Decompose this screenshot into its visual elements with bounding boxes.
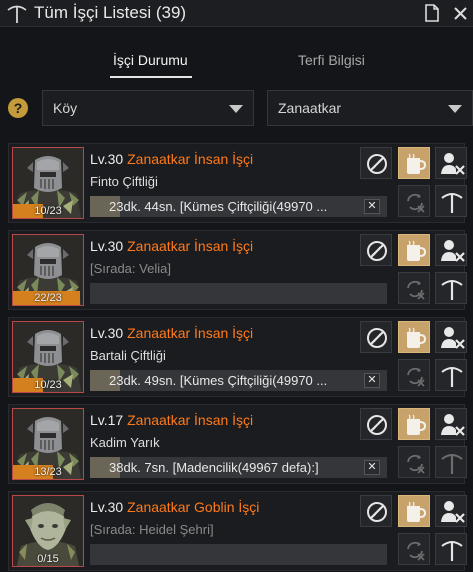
worker-title: Lv.30 Zanaatkar İnsan İşçi	[90, 325, 253, 341]
document-icon[interactable]	[424, 4, 440, 22]
stop-repeat-button[interactable]	[398, 272, 430, 304]
feed-worker-button[interactable]	[398, 495, 430, 527]
task-progress-bar	[90, 283, 387, 304]
stop-repeat-button[interactable]	[398, 446, 430, 478]
window-title: Tüm İşçi Listesi (39)	[34, 3, 187, 22]
stop-repeat-button[interactable]	[398, 185, 430, 217]
task-text: 38dk. 7sn. [Madencilik(49967 defa):]	[109, 460, 319, 475]
fire-worker-button[interactable]	[435, 147, 467, 179]
task-progress-bar: 38dk. 7sn. [Madencilik(49967 defa):] ✕	[90, 457, 387, 478]
worker-portrait[interactable]: 22/23	[12, 234, 84, 306]
worker-portrait[interactable]: 0/15	[12, 495, 84, 567]
tab-worker-status[interactable]: İşçi Durumu	[113, 52, 188, 68]
fire-worker-button[interactable]	[435, 321, 467, 353]
worker-job: Zanaatkar İnsan İşçi	[127, 412, 254, 428]
fire-worker-button[interactable]	[435, 495, 467, 527]
rest-toggle-button[interactable]	[360, 321, 392, 353]
worker-card[interactable]: 0/15 Lv.30 Zanaatkar Goblin İşçi [Sırada…	[8, 491, 467, 571]
rest-toggle-button[interactable]	[360, 234, 392, 266]
worker-level: Lv.30	[90, 325, 124, 341]
stamina-label: 22/23	[34, 292, 62, 304]
worker-location: Bartali Çiftliği	[90, 348, 166, 363]
worker-location: Finto Çiftliği	[90, 174, 158, 189]
worker-title: Lv.17 Zanaatkar İnsan İşçi	[90, 412, 253, 428]
feed-worker-button[interactable]	[398, 234, 430, 266]
cancel-task-button[interactable]: ✕	[364, 460, 380, 475]
feed-worker-button[interactable]	[398, 147, 430, 179]
worker-location: [Sırada: Velia]	[90, 261, 171, 276]
location-select-value: Köy	[53, 100, 78, 116]
assign-work-button[interactable]	[435, 359, 467, 391]
chevron-down-icon	[229, 105, 243, 113]
task-progress-bar: 23dk. 44sn. [Kümes Çiftçiliği(49970 ... …	[90, 196, 387, 217]
feed-worker-button[interactable]	[398, 408, 430, 440]
cancel-task-button[interactable]: ✕	[364, 373, 380, 388]
close-icon[interactable]	[452, 4, 468, 22]
feed-worker-button[interactable]	[398, 321, 430, 353]
worker-job: Zanaatkar Goblin İşçi	[127, 499, 260, 515]
location-select[interactable]: Köy	[42, 90, 254, 126]
fire-worker-button[interactable]	[435, 234, 467, 266]
worker-card[interactable]: 10/23 Lv.30 Zanaatkar İnsan İşçi Finto Ç…	[8, 143, 467, 223]
cancel-task-button[interactable]: ✕	[364, 199, 380, 214]
active-tab-underline	[110, 76, 192, 78]
worker-card[interactable]: 10/23 Lv.30 Zanaatkar İnsan İşçi Bartali…	[8, 317, 467, 397]
worker-level: Lv.30	[90, 238, 124, 254]
task-text: 23dk. 44sn. [Kümes Çiftçiliği(49970 ...	[109, 199, 328, 214]
worker-job: Zanaatkar İnsan İşçi	[127, 151, 254, 167]
worker-portrait[interactable]: 10/23	[12, 321, 84, 393]
worker-title: Lv.30 Zanaatkar İnsan İşçi	[90, 238, 253, 254]
worker-card[interactable]: 13/23 Lv.17 Zanaatkar İnsan İşçi Kadim Y…	[8, 404, 467, 484]
assign-work-button[interactable]	[435, 446, 467, 478]
stop-repeat-button[interactable]	[398, 359, 430, 391]
worker-location: [Sırada: Heidel Şehri]	[90, 522, 214, 537]
worker-job: Zanaatkar İnsan İşçi	[127, 325, 254, 341]
worker-level: Lv.30	[90, 151, 124, 167]
worker-title: Lv.30 Zanaatkar Goblin İşçi	[90, 499, 259, 515]
task-progress-bar	[90, 544, 387, 565]
stamina-label: 13/23	[34, 466, 62, 478]
worker-card[interactable]: 22/23 Lv.30 Zanaatkar İnsan İşçi [Sırada…	[8, 230, 467, 310]
assign-work-button[interactable]	[435, 185, 467, 217]
worker-level: Lv.17	[90, 412, 124, 428]
chevron-down-icon	[448, 105, 462, 113]
assign-work-button[interactable]	[435, 272, 467, 304]
tab-promotion-info[interactable]: Terfi Bilgisi	[298, 52, 365, 68]
stamina-label: 10/23	[34, 205, 62, 217]
window-header: Tüm İşçi Listesi (39)	[0, 0, 473, 27]
worker-location: Kadim Yarık	[90, 435, 160, 450]
profession-select-value: Zanaatkar	[278, 100, 342, 116]
worker-portrait[interactable]: 10/23	[12, 147, 84, 219]
task-progress-bar: 23dk. 49sn. [Kümes Çiftçiliği(49970 ... …	[90, 370, 387, 391]
worker-title: Lv.30 Zanaatkar İnsan İşçi	[90, 151, 253, 167]
rest-toggle-button[interactable]	[360, 147, 392, 179]
rest-toggle-button[interactable]	[360, 495, 392, 527]
task-text: 23dk. 49sn. [Kümes Çiftçiliği(49970 ...	[109, 373, 328, 388]
worker-level: Lv.30	[90, 499, 124, 515]
stamina-label: 0/15	[37, 553, 59, 565]
fire-worker-button[interactable]	[435, 408, 467, 440]
stamina-label: 10/23	[34, 379, 62, 391]
workshop-logo-icon	[7, 5, 27, 23]
help-icon[interactable]: ?	[8, 98, 28, 118]
worker-list-window: Tüm İşçi Listesi (39) İşçi Durumu Terfi …	[0, 0, 473, 572]
profession-select[interactable]: Zanaatkar	[267, 90, 473, 126]
stop-repeat-button[interactable]	[398, 533, 430, 565]
assign-work-button[interactable]	[435, 533, 467, 565]
worker-job: Zanaatkar İnsan İşçi	[127, 238, 254, 254]
rest-toggle-button[interactable]	[360, 408, 392, 440]
worker-portrait[interactable]: 13/23	[12, 408, 84, 480]
